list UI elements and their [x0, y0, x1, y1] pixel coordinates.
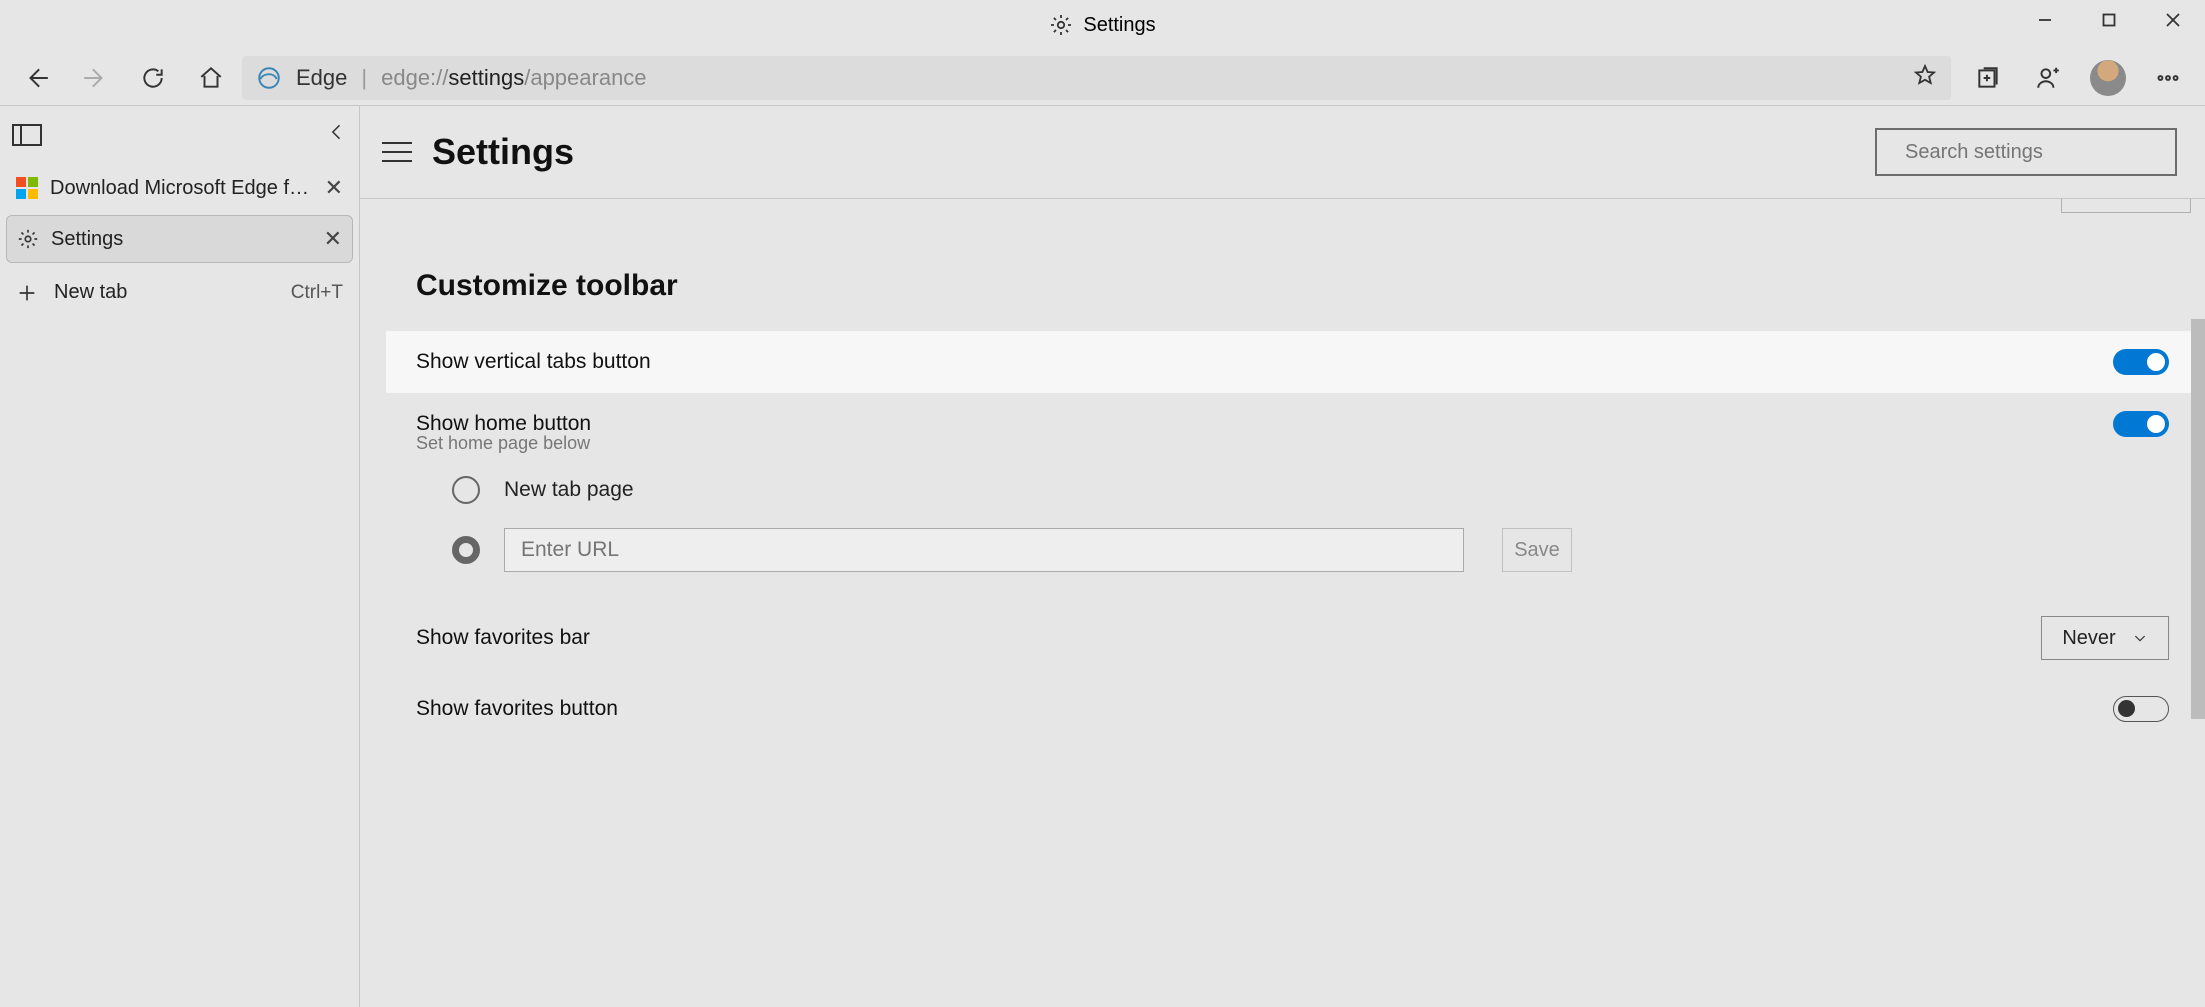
partial-control-above [2061, 199, 2191, 213]
collections-button[interactable] [1961, 55, 2015, 101]
favorite-star-icon[interactable] [1913, 63, 1937, 93]
settings-page-title: Settings [432, 131, 574, 173]
more-menu-button[interactable] [2141, 55, 2195, 101]
select-value: Never [2062, 627, 2115, 650]
window-controls [2013, 0, 2205, 40]
settings-search-box[interactable] [1875, 128, 2177, 176]
radio-row-newtab[interactable]: New tab page [452, 464, 2205, 516]
refresh-button[interactable] [126, 55, 180, 101]
window-title-group: Settings [1049, 13, 1155, 37]
section-customize-toolbar: Customize toolbar [416, 269, 2205, 303]
radio-newtab-page[interactable] [452, 476, 480, 504]
url-text: edge://settings/appearance [381, 65, 646, 91]
plus-icon [16, 282, 38, 304]
option-vertical-tabs: Show vertical tabs button [386, 331, 2205, 393]
profile-add-button[interactable] [2021, 55, 2075, 101]
browser-toolbar: Edge | edge://settings/appearance [0, 50, 2205, 106]
option-home-subtext: Set home page below [416, 433, 2205, 454]
close-tab-icon[interactable]: ✕ [324, 226, 342, 252]
vertical-tabs-sidebar: Download Microsoft Edge for Bu ✕ Setting… [0, 106, 360, 1007]
microsoft-logo-icon [16, 177, 38, 199]
scrollbar-thumb[interactable] [2191, 319, 2205, 719]
save-home-url-button[interactable]: Save [1502, 528, 1572, 572]
minimize-button[interactable] [2013, 0, 2077, 40]
home-url-input[interactable] [504, 528, 1464, 572]
back-button[interactable] [10, 55, 64, 101]
settings-header: Settings [360, 106, 2205, 199]
toggle-home-button[interactable] [2113, 411, 2169, 437]
tab-download-edge[interactable]: Download Microsoft Edge for Bu ✕ [6, 165, 353, 211]
option-favorites-button: Show favorites button [416, 678, 2205, 740]
toggle-favorites-button[interactable] [2113, 696, 2169, 722]
tab-label: Download Microsoft Edge for Bu [50, 177, 313, 200]
close-window-button[interactable] [2141, 0, 2205, 40]
radio-custom-url[interactable] [452, 536, 480, 564]
radio-label: New tab page [504, 478, 634, 502]
chevron-down-icon [2132, 630, 2148, 646]
close-tab-icon[interactable]: ✕ [325, 175, 343, 201]
title-bar: Settings [0, 0, 2205, 50]
forward-button[interactable] [68, 55, 122, 101]
address-bar[interactable]: Edge | edge://settings/appearance [242, 56, 1951, 100]
tab-settings[interactable]: Settings ✕ [6, 215, 353, 263]
profile-avatar[interactable] [2081, 55, 2135, 101]
new-tab-label: New tab [54, 281, 127, 304]
option-favorites-bar: Show favorites bar Never [416, 598, 2205, 678]
window-title: Settings [1083, 14, 1155, 37]
option-label: Show favorites button [416, 697, 618, 721]
tab-label: Settings [51, 228, 312, 251]
toggle-vertical-tabs[interactable] [2113, 349, 2169, 375]
favorites-bar-select[interactable]: Never [2041, 616, 2169, 660]
option-label: Show favorites bar [416, 626, 590, 650]
address-separator: | [361, 65, 367, 91]
radio-row-url[interactable]: Save [452, 516, 2205, 584]
collapse-tabs-button[interactable] [327, 122, 347, 147]
new-tab-button[interactable]: New tab Ctrl+T [6, 267, 353, 318]
home-page-radio-group: New tab page Save [416, 464, 2205, 584]
gear-icon [17, 228, 39, 250]
gear-icon [1049, 13, 1073, 37]
maximize-button[interactable] [2077, 0, 2141, 40]
settings-search-input[interactable] [1905, 141, 2170, 164]
browser-name: Edge [296, 65, 347, 91]
edge-logo-icon [256, 65, 282, 91]
home-button[interactable] [184, 55, 238, 101]
option-label: Show vertical tabs button [416, 350, 651, 374]
settings-menu-button[interactable] [382, 142, 412, 162]
new-tab-shortcut: Ctrl+T [291, 282, 343, 304]
vertical-tabs-icon[interactable] [12, 124, 42, 146]
settings-content: Settings Customize toolbar Show vertical… [360, 106, 2205, 1007]
